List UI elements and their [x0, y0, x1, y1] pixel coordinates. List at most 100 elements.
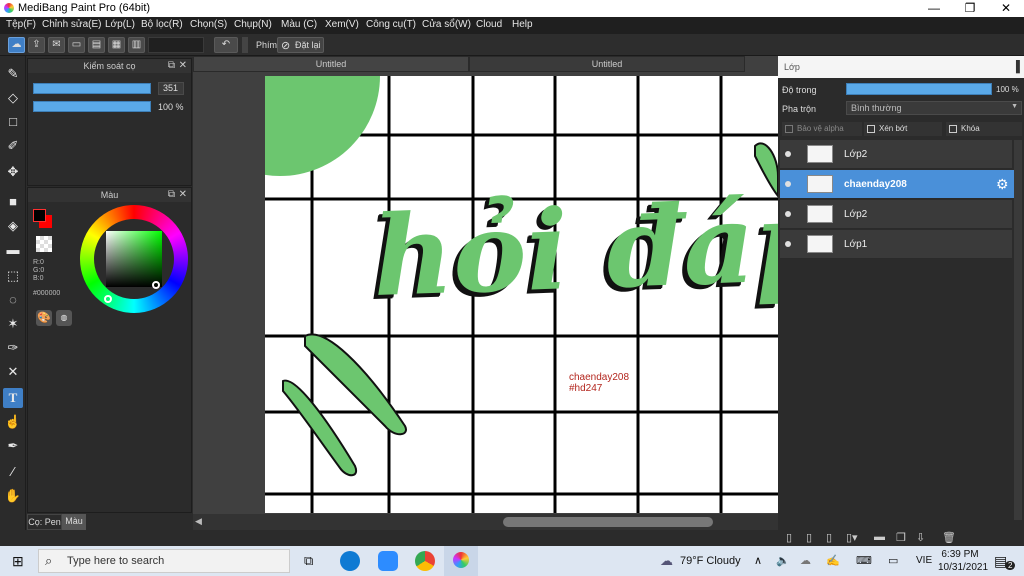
foreground-color-swatch[interactable] [33, 209, 46, 222]
tab-document-1[interactable]: Untitled [193, 56, 469, 72]
menu-tools[interactable]: Công cụ(T) [366, 19, 416, 30]
menu-edit[interactable]: Chỉnh sửa(E) [42, 19, 102, 30]
share-icon[interactable]: ⇪ [28, 37, 45, 53]
close-button[interactable]: ✕ [988, 0, 1024, 17]
windows-start-icon[interactable]: ⊞ [12, 551, 24, 571]
chrome-browser-icon[interactable] [415, 551, 435, 571]
hand-tool-icon[interactable]: ✋ [3, 486, 23, 506]
menu-filter[interactable]: Bộ lọc(R) [141, 19, 183, 30]
eye-icon[interactable] [785, 211, 791, 217]
speaker-icon[interactable]: 🔈 [776, 551, 790, 571]
brush-tool-icon[interactable]: ✎ [3, 64, 23, 84]
eraser-tool-icon[interactable]: ◇ [3, 88, 23, 108]
menu-file[interactable]: Tệp(F) [6, 19, 36, 30]
eye-icon[interactable] [785, 151, 791, 157]
eye-icon[interactable] [785, 241, 791, 247]
maximize-button[interactable]: ❐ [952, 0, 988, 17]
cloud-icon[interactable]: ☁ [8, 37, 25, 53]
new-halftone-layer-icon[interactable]: ▯ [806, 531, 812, 544]
popout-icon[interactable]: ⧉ [168, 188, 175, 202]
layer-row[interactable]: Lớp1 [780, 230, 1012, 259]
menu-help[interactable]: Help [512, 19, 533, 30]
popout-icon[interactable]: ⧉ [168, 59, 175, 73]
add-layer-dropdown-icon[interactable]: ▯▾ [846, 531, 858, 544]
brush-size-value[interactable]: 351 [158, 82, 184, 95]
panel-close-icon[interactable]: ▐ [1012, 56, 1020, 78]
canvas-scrollbar[interactable]: ◀ [193, 514, 778, 530]
page-icon[interactable]: ▤ [88, 37, 105, 53]
pen-icon[interactable]: ✍ [826, 551, 840, 571]
input-language[interactable]: VIE [916, 551, 932, 571]
protect-alpha-checkbox[interactable]: Bảo vệ alpha [782, 122, 862, 136]
hue-cursor[interactable] [104, 295, 112, 303]
layer-row[interactable]: Lớp2 [780, 200, 1012, 229]
move-tool-icon[interactable]: ✥ [3, 162, 23, 182]
panels-icon[interactable]: ▥ [128, 37, 145, 53]
folder-icon[interactable]: ▬ [874, 531, 885, 543]
blend-mode-select[interactable]: Bình thường ▼ [846, 101, 1022, 115]
delete-layer-icon[interactable]: 🗑 [942, 531, 956, 544]
select-rect-tool-icon[interactable]: ⬚ [3, 266, 23, 286]
onedrive-icon[interactable]: ☁ [800, 551, 811, 571]
operation-tool-icon[interactable]: ☝ [3, 412, 23, 432]
merge-layer-icon[interactable]: ⇩ [916, 531, 925, 544]
saturation-value-square[interactable] [106, 231, 162, 287]
task-view-icon[interactable]: ⧉ [304, 551, 313, 571]
reset-button[interactable]: ⊘ Đặt lại [277, 37, 324, 53]
select-eraser-tool-icon[interactable]: ✕ [3, 362, 23, 382]
medibang-taskbar-button[interactable] [444, 546, 478, 576]
eyedropper-tool-icon[interactable]: ✒ [3, 436, 23, 456]
lasso-tool-icon[interactable]: ◌ [3, 290, 23, 310]
layer-opacity-slider[interactable] [846, 83, 992, 95]
dot-pen-tool-icon[interactable]: ✐ [3, 136, 23, 156]
pipette-tool-icon[interactable]: ⁄ [3, 462, 23, 482]
lock-checkbox[interactable]: Khóa [946, 122, 1022, 136]
bucket-tool-icon[interactable]: ◈ [3, 216, 23, 236]
select-pen-tool-icon[interactable]: ✑ [3, 338, 23, 358]
chevron-up-icon[interactable]: ∧ [754, 551, 762, 571]
gear-icon[interactable]: ⚙ [996, 176, 1009, 193]
magic-wand-tool-icon[interactable]: ✶ [3, 314, 23, 334]
palette-add-icon[interactable]: ◍ [56, 310, 72, 326]
clock[interactable]: 6:39 PM 10/31/2021 [938, 548, 988, 574]
zoom-app-icon[interactable] [378, 551, 398, 571]
scroll-thumb[interactable] [503, 517, 713, 527]
toolbar-blank-field[interactable] [148, 37, 204, 53]
duplicate-layer-icon[interactable]: ❐ [896, 531, 906, 544]
text-tool-icon[interactable]: T [3, 388, 23, 408]
menu-color[interactable]: Màu (C) [281, 19, 317, 30]
comment-icon[interactable]: ▭ [68, 37, 85, 53]
layer-scrollbar[interactable] [1014, 140, 1022, 520]
palette-icon[interactable]: 🎨 [36, 310, 52, 326]
weather-text[interactable]: 79°F Cloudy [680, 551, 741, 571]
scroll-left-icon[interactable]: ◀ [195, 516, 202, 527]
undo-icon[interactable]: ↶ [214, 37, 238, 53]
menu-window[interactable]: Cửa sổ(W) [422, 19, 471, 30]
fill-rect-tool-icon[interactable]: ■ [3, 192, 23, 212]
clipping-checkbox[interactable]: Xén bớt [864, 122, 942, 136]
brush-opacity-track[interactable] [33, 101, 151, 112]
grid-icon[interactable]: ▦ [108, 37, 125, 53]
chat-icon[interactable]: ✉ [48, 37, 65, 53]
gradient-tool-icon[interactable]: ▬ [3, 240, 23, 260]
tab-brush-pen[interactable]: Cọ: Pen [27, 514, 62, 530]
edge-browser-icon[interactable] [340, 551, 360, 571]
eye-icon[interactable] [785, 181, 791, 187]
layer-row[interactable]: Lớp2 [780, 140, 1012, 169]
hue-wheel[interactable] [80, 205, 188, 313]
menu-layer[interactable]: Lớp(L) [105, 19, 135, 30]
color-cursor[interactable] [152, 281, 160, 289]
layer-row-selected[interactable]: chaenday208 ⚙ [780, 170, 1014, 199]
keyboard-icon[interactable]: ⌨ [856, 551, 872, 571]
transparent-color-icon[interactable] [36, 236, 52, 252]
brush-size-slider[interactable] [33, 83, 151, 94]
drawing-canvas[interactable]: hỏi đáp chaenday208 #hd247 [265, 76, 778, 513]
new-8bit-layer-icon[interactable]: ▯ [826, 531, 832, 544]
menu-capture[interactable]: Chụp(N) [234, 19, 272, 30]
panel-close-icon[interactable]: ✕ [179, 59, 187, 73]
tab-color[interactable]: Màu [62, 514, 86, 530]
rectangle-tool-icon[interactable]: □ [3, 112, 23, 132]
minimize-button[interactable]: — [916, 0, 952, 17]
panel-close-icon[interactable]: ✕ [179, 188, 187, 202]
new-layer-icon[interactable]: ▯ [786, 531, 792, 544]
